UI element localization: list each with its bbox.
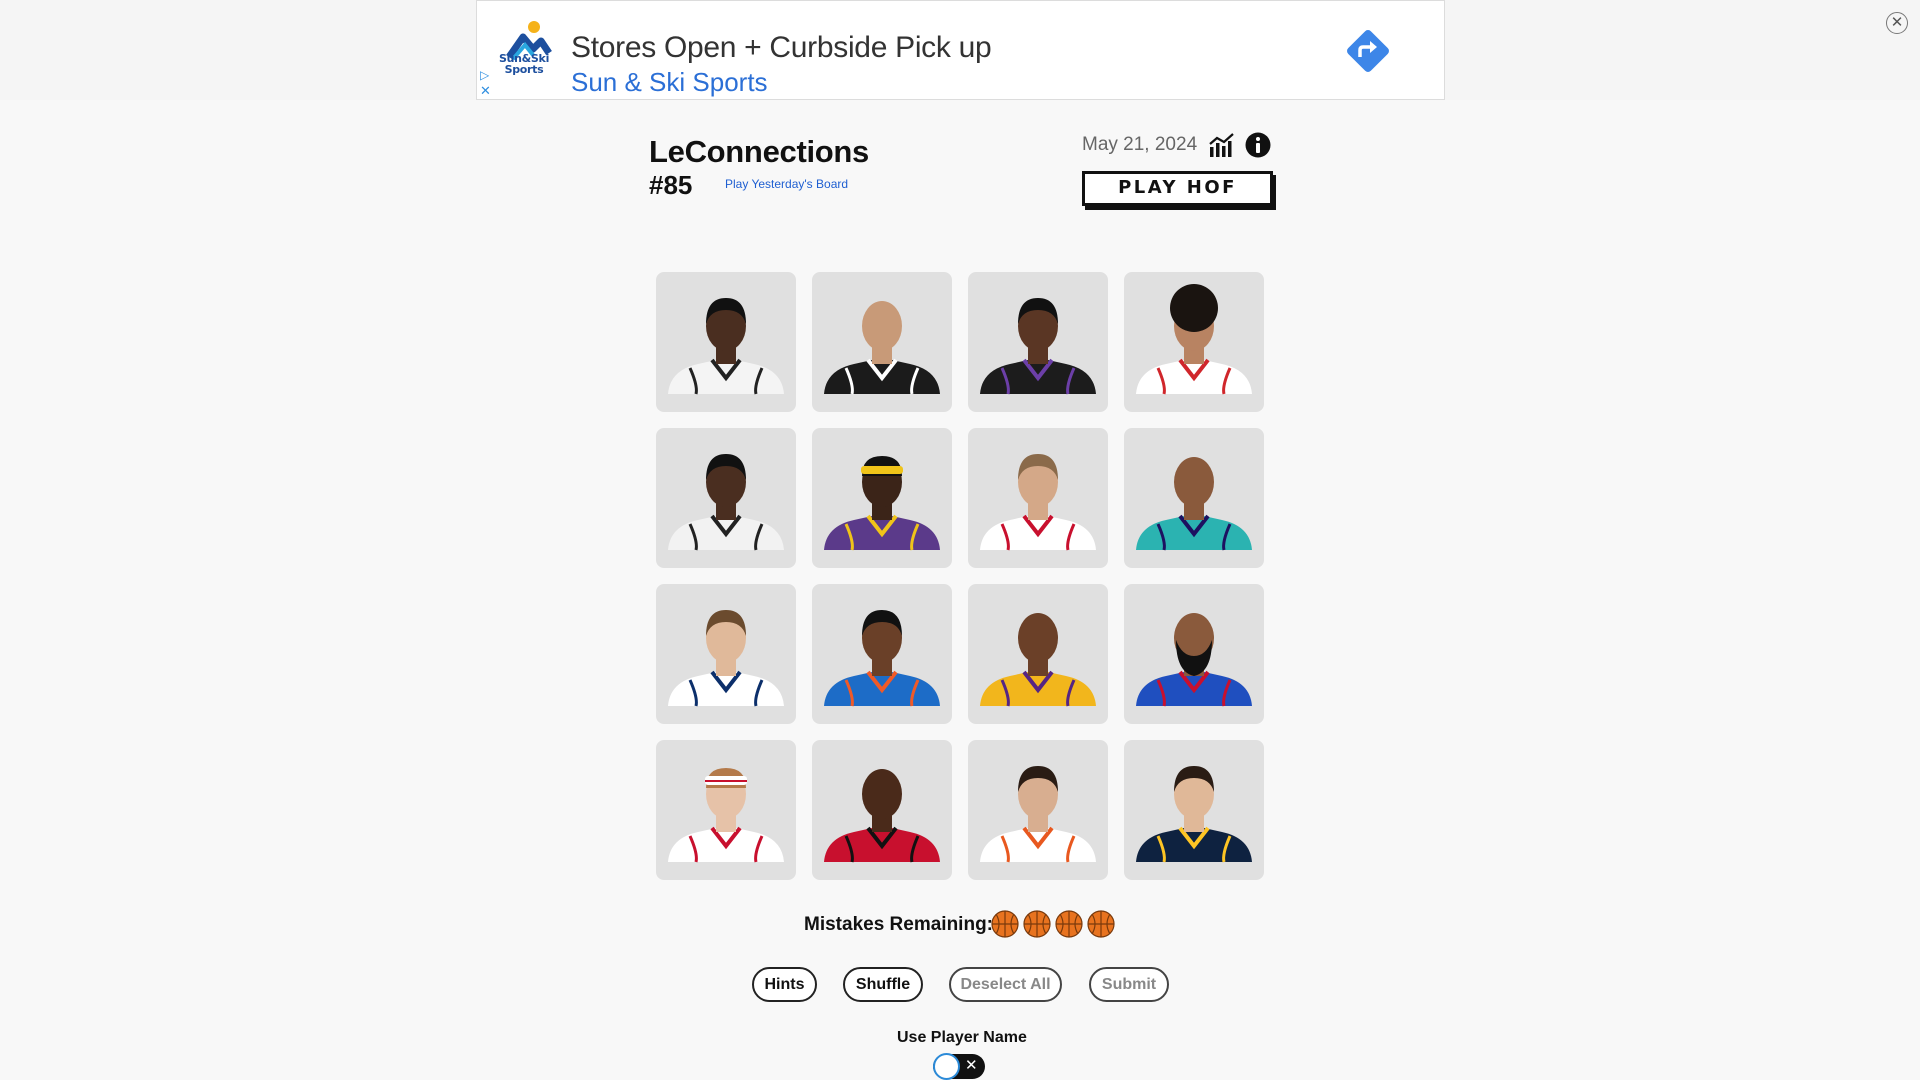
hints-button[interactable]: Hints [752,967,817,1002]
player-tile[interactable] [812,740,952,880]
basketball-icon [1055,910,1083,938]
use-player-name-label: Use Player Name [897,1029,1027,1046]
player-headshot-icon [1136,766,1252,863]
ad-logo-text: Sun&Ski Sports [498,52,550,76]
player-tile[interactable] [656,740,796,880]
play-hof-button[interactable]: PLAY HOF [1082,171,1273,206]
player-headshot-icon [824,769,940,863]
player-tile[interactable] [1124,584,1264,724]
play-triangle-icon[interactable]: ▷ [480,69,489,81]
player-headshot-icon [980,298,1096,395]
player-headshot-icon [824,301,940,395]
x-icon: ✕ [965,1057,978,1074]
ad-headline[interactable]: Stores Open + Curbside Pick up [571,31,992,65]
player-tile[interactable] [968,428,1108,568]
player-tile[interactable] [1124,740,1264,880]
close-circle-icon[interactable]: ✕ [1886,12,1908,34]
player-headshot-icon [1136,613,1252,707]
directions-arrow-icon[interactable] [1344,27,1392,75]
player-tile[interactable] [812,584,952,724]
player-tile[interactable] [812,272,952,412]
player-headshot-icon [1136,284,1252,395]
submit-button[interactable]: Submit [1089,967,1169,1002]
mistakes-remaining-label: Mistakes Remaining: [804,914,993,935]
player-headshot-icon [668,454,784,551]
player-tile[interactable] [968,740,1108,880]
basketball-icon [991,910,1019,938]
player-tile[interactable] [1124,272,1264,412]
player-tile[interactable] [968,272,1108,412]
mistakes-remaining-indicator [991,910,1115,938]
player-headshot-icon [668,768,784,863]
deselect-all-button[interactable]: Deselect All [949,967,1062,1002]
play-yesterday-link[interactable]: Play Yesterday's Board [725,177,848,191]
player-tile[interactable] [656,584,796,724]
player-grid [656,272,1264,880]
player-tile[interactable] [656,428,796,568]
player-headshot-icon [980,766,1096,863]
basketball-icon [1023,910,1051,938]
player-tile[interactable] [656,272,796,412]
page-title: LeConnections [649,134,870,169]
bar-chart-icon[interactable] [1208,132,1236,158]
puzzle-number: #85 [649,170,693,200]
puzzle-date: May 21, 2024 [1082,134,1198,155]
info-icon[interactable] [1245,132,1271,158]
ad-banner[interactable]: Sun&Ski Sports Stores Open + Curbside Pi… [476,0,1445,100]
player-headshot-icon [668,610,784,707]
use-player-name-toggle[interactable]: ✕ [933,1053,985,1080]
player-headshot-icon [824,456,940,551]
basketball-icon [1087,910,1115,938]
player-headshot-icon [1136,457,1252,551]
x-icon[interactable]: ✕ [480,84,491,97]
ad-brand[interactable]: Sun & Ski Sports [571,67,768,98]
player-headshot-icon [668,298,784,395]
player-tile[interactable] [1124,428,1264,568]
player-headshot-icon [980,613,1096,707]
player-headshot-icon [824,610,940,707]
player-tile[interactable] [812,428,952,568]
player-tile[interactable] [968,584,1108,724]
player-headshot-icon [980,454,1096,551]
toggle-knob[interactable] [933,1053,960,1080]
shuffle-button[interactable]: Shuffle [843,967,923,1002]
